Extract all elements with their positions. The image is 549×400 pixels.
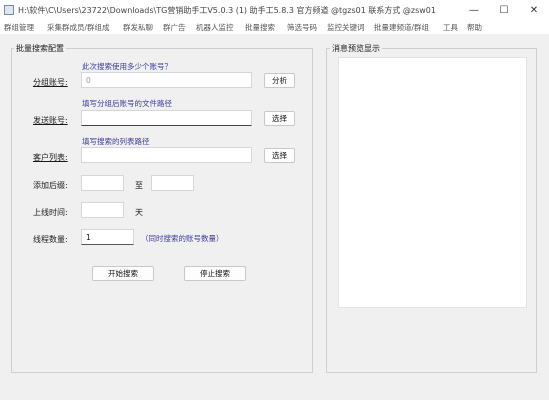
add-delay-separator: 至	[135, 181, 143, 190]
account-count-input[interactable]	[81, 72, 252, 88]
window-title: H:\软件\C\Users\23722\Downloads\TG营销助手工V5.…	[18, 6, 436, 15]
menu-filter-numbers[interactable]: 筛选号码	[287, 22, 317, 33]
stop-search-button[interactable]: 停止搜索	[184, 266, 246, 281]
send-account-hint: 填写分组后账号的文件路径	[82, 99, 172, 108]
menu-keyword-monitor[interactable]: 监控关键词	[327, 22, 365, 33]
add-delay-from-input[interactable]	[81, 175, 124, 191]
online-time-label: 上线时间:	[33, 208, 68, 217]
menu-batch-search[interactable]: 批量搜索	[245, 22, 275, 33]
menu-tools[interactable]: 工具	[443, 22, 458, 33]
message-preview-textbox[interactable]	[338, 57, 527, 308]
customer-list-path-input[interactable]	[81, 147, 252, 163]
threads-hint: （同时搜索的账号数量）	[141, 234, 224, 243]
title-bar: H:\软件\C\Users\23722\Downloads\TG营销助手工V5.…	[0, 0, 549, 20]
online-time-input[interactable]	[81, 202, 124, 218]
customer-list-label: 客户列表:	[33, 153, 68, 162]
minimize-icon[interactable]: —	[459, 0, 489, 20]
analyze-button[interactable]: 分析	[264, 73, 295, 88]
menu-help[interactable]: 帮助	[467, 22, 482, 33]
maximize-icon[interactable]: ☐	[489, 0, 519, 20]
select-send-account-button[interactable]: 选择	[264, 111, 295, 126]
start-search-button[interactable]: 开始搜索	[92, 266, 154, 281]
menu-private-message[interactable]: 群发私聊	[123, 22, 153, 33]
menu-group-management[interactable]: 群组管理	[4, 22, 34, 33]
threads-input[interactable]	[81, 229, 134, 245]
add-delay-label: 添加后缀:	[33, 181, 68, 190]
message-preview-title: 消息预览显示	[330, 43, 382, 54]
threads-label: 线程数量:	[33, 235, 68, 244]
close-icon[interactable]: ✕	[519, 0, 549, 20]
send-account-label: 发送账号:	[33, 116, 68, 125]
menu-batch-create[interactable]: 批量建频道/群组	[374, 22, 429, 33]
account-count-hint: 此次搜索使用多少个账号？	[82, 62, 172, 71]
batch-search-config-title: 批量搜索配置	[14, 43, 66, 54]
send-account-path-input[interactable]	[81, 110, 252, 126]
account-count-label: 分组账号:	[33, 78, 68, 87]
add-delay-to-input[interactable]	[151, 175, 194, 191]
menu-bar: 群组管理 采集群成员/群组成 群发私聊 群广告 机器人监控 批量搜索 筛选号码 …	[0, 20, 549, 34]
menu-group-ads[interactable]: 群广告	[163, 22, 186, 33]
select-customer-list-button[interactable]: 选择	[264, 148, 295, 163]
menu-collect-members[interactable]: 采集群成员/群组成	[47, 22, 110, 33]
app-icon	[4, 5, 14, 15]
customer-list-hint: 填写搜索的列表路径	[82, 137, 150, 146]
menu-bot-monitor[interactable]: 机器人监控	[196, 22, 234, 33]
online-time-unit: 天	[135, 208, 143, 217]
